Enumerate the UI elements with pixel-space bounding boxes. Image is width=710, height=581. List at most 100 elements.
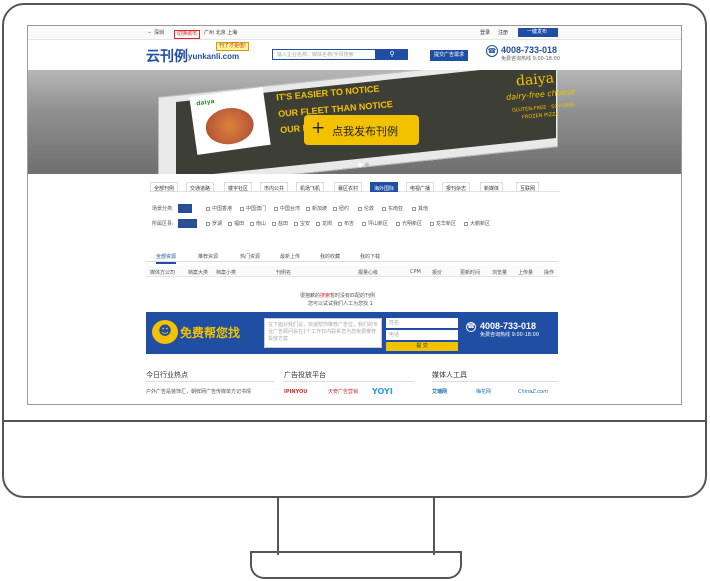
region-filter-dapeng[interactable]: 大鹏新区 [464, 220, 490, 227]
results-tab-all[interactable]: 全部资源 [156, 253, 177, 264]
col-title[interactable]: 刊例名 [276, 269, 291, 276]
media-filter-macao[interactable]: 中国澳门 [240, 205, 266, 212]
carousel-dot[interactable] [358, 163, 362, 167]
news-title: 今日行业热点 [146, 371, 188, 379]
search-input[interactable]: 输入企业名称、媒体名称/字母搜索 [272, 49, 376, 60]
tab-all[interactable]: 全部刊例 [150, 182, 179, 192]
tab-airport[interactable]: 机场飞机 [296, 182, 325, 192]
login-link[interactable]: 登录 [480, 31, 490, 36]
media-filter-taiwan[interactable]: 中国台湾 [274, 205, 300, 212]
region-filter-guangming[interactable]: 光明新区 [396, 220, 422, 227]
col-views[interactable]: 浏览量 [492, 269, 507, 276]
media-tools-title: 媒体人工具 [432, 371, 467, 379]
plus-icon: + [311, 118, 326, 138]
logo-badge: 刊了才更值! [216, 42, 250, 51]
news-item[interactable]: 户外广告是装饰汇，朝鲜网广告传媒单方记书情 [146, 388, 251, 395]
media-filter-newyork[interactable]: 纽约 [333, 205, 349, 212]
media-filter-label: 场景分类: [152, 206, 174, 212]
col-price[interactable]: 报价 [432, 269, 442, 276]
media-filter-any[interactable]: 不限 [178, 204, 193, 213]
search-icon: ⚲ [389, 50, 395, 58]
results-tab-hot[interactable]: 热门资源 [240, 253, 260, 260]
tab-public[interactable]: 市内公共 [260, 182, 289, 192]
hero-banner[interactable]: daiya IT'S EASIER TO NOTICE OUR FLEET TH… [28, 70, 681, 174]
monitor-stand-base [250, 551, 462, 579]
region-filter-baoan[interactable]: 宝安 [294, 220, 310, 227]
results-tab-favorites[interactable]: 我的收藏 [320, 253, 340, 260]
media-filter-other[interactable]: 其他 [412, 205, 428, 212]
results-tab-latest[interactable]: 最新上传 [280, 253, 300, 260]
media-filter-hk[interactable]: 中国香港 [206, 205, 232, 212]
col-uploads[interactable]: 上传量 [518, 269, 533, 276]
col-subcategory[interactable]: 档案小类 [216, 269, 236, 276]
switch-city-button[interactable]: 切换城市 [174, 30, 201, 39]
tab-internet[interactable]: 互联网 [516, 182, 540, 192]
region-filter-label: 所属区县: [152, 221, 174, 227]
region-filter-longhua[interactable]: 龙华新区 [430, 220, 456, 227]
empty-message: 很抱歉的搜索暂时没有匹配的刊例 [300, 293, 376, 299]
logo-chinaz[interactable]: ChinaZ.com [518, 390, 548, 395]
region-filter-futian[interactable]: 福田 [228, 220, 244, 227]
media-filter-sea[interactable]: 东南亚 [382, 205, 403, 212]
request-textarea[interactable]: 在下面对我们说，快速帮你推荐广告位，我们的专业广告顾问会在1个工作日内联系您为您… [264, 318, 382, 348]
region-filter-all[interactable]: 全深圳 [178, 219, 198, 228]
tab-building[interactable]: 楼宇社区 [224, 182, 253, 192]
category-tabs: 全部刊例 交通道路 楼宇社区 市内公共 机场飞机 暴区农村 海外国际 电视广播 … [150, 182, 560, 192]
logo-meihua[interactable]: 梅花网 [476, 390, 491, 395]
region-filter-buji[interactable]: 布吉 [338, 220, 354, 227]
empty-message-sub: 您可以试试我们人工为您找 1 [308, 301, 373, 307]
platform-title: 广告投放平台 [284, 371, 326, 379]
phone-icon: ☎ [486, 45, 498, 57]
brand-logo: daiya [515, 70, 555, 90]
banner-hotline-sub: 免费咨询热线 9:00-18:00 [480, 332, 540, 338]
monitor-chin-divider [2, 420, 707, 422]
col-level[interactable]: 报量心级 [358, 269, 378, 276]
robot-mascot-icon: ☻ [152, 320, 178, 344]
region-filter-nanshan[interactable]: 南山 [250, 220, 266, 227]
col-category[interactable]: 档案大类 [188, 269, 208, 276]
phone-input[interactable]: 电话 [386, 330, 458, 340]
results-tab-recommended[interactable]: 推荐资源 [198, 253, 218, 260]
screen: ⌖ 深圳 切换城市 广州 北京 上海 登录 注册 一键发布 云刊例 yunkan… [27, 25, 682, 405]
logo-tianqi[interactable]: 天奇广告营销 [328, 390, 358, 395]
logo-cn[interactable]: 云刊例 [146, 46, 188, 66]
register-link[interactable]: 注册 [498, 31, 508, 36]
media-filter-singapore[interactable]: 新加坡 [306, 205, 327, 212]
tab-press[interactable]: 报刊杂志 [442, 182, 471, 192]
hot-cities[interactable]: 广州 北京 上海 [204, 31, 237, 36]
tab-tv[interactable]: 电视广播 [406, 182, 435, 192]
publish-cta-button[interactable]: + 点我发布刊例 [304, 115, 419, 145]
header-hotline-sub: 免费咨询热线 9:00-18:00 [501, 56, 561, 62]
tab-rural[interactable]: 暴区农村 [334, 182, 363, 192]
location-icon: ⌖ [148, 30, 151, 36]
col-cpm[interactable]: CPM [410, 269, 421, 275]
help-submit-button[interactable]: 提 交 [386, 342, 458, 351]
tab-newmedia[interactable]: 新媒体 [480, 182, 504, 192]
media-filter-london[interactable]: 伦敦 [358, 205, 374, 212]
name-input[interactable]: 姓名 [386, 318, 458, 328]
logo-yoyi[interactable]: YOYI [372, 387, 393, 396]
logo-iresearch[interactable]: 艾瑞网 [432, 390, 447, 395]
col-company[interactable]: 媒体方公司 [150, 269, 175, 276]
results-table-header: 媒体方公司 档案大类 档案小类 刊例名 报量心级 CPM 报价 更新时间 浏览量… [146, 266, 558, 277]
results-tab-downloads[interactable]: 我的下载 [360, 253, 380, 260]
carousel-dot[interactable] [365, 163, 369, 167]
one-click-publish-button[interactable]: 一键发布 [518, 28, 558, 37]
search-button[interactable]: ⚲ [376, 49, 408, 60]
pizza-image [203, 104, 256, 148]
region-filter-luohu[interactable]: 罗湖 [206, 220, 222, 227]
tab-overseas[interactable]: 海外国际 [370, 182, 399, 192]
header-hotline: 4008-733-018 [501, 45, 558, 55]
current-city[interactable]: 深圳 [154, 31, 164, 36]
banner-hotline: 4008-733-018 [480, 321, 537, 331]
region-filter-yantian[interactable]: 盐田 [272, 220, 288, 227]
tab-traffic[interactable]: 交通道路 [186, 182, 215, 192]
region-filter-longgang[interactable]: 龙岗 [316, 220, 332, 227]
submit-ad-request-button[interactable]: 提交广告需求 [430, 50, 469, 61]
col-updated[interactable]: 更新时间 [460, 269, 480, 276]
logo-ipinyou[interactable]: IPINYOU [284, 390, 307, 395]
monitor-stand-neck [277, 497, 435, 555]
pizza-box-image: daiya [189, 87, 271, 155]
region-filter-pingshan[interactable]: 坪山新区 [362, 220, 388, 227]
logo-en[interactable]: yunkanli.com [188, 52, 239, 61]
